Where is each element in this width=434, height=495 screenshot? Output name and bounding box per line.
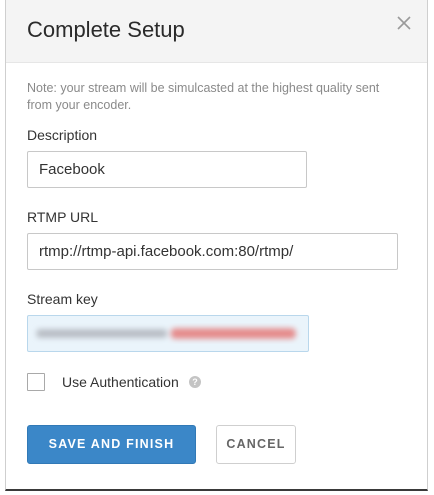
stream-key-redaction <box>36 328 296 339</box>
dialog-title: Complete Setup <box>27 17 185 42</box>
rtmp-url-label: RTMP URL <box>27 209 99 225</box>
question-icon[interactable]: ? <box>189 376 201 388</box>
cancel-button[interactable]: CANCEL <box>216 425 296 464</box>
close-icon[interactable] <box>395 14 413 32</box>
complete-setup-dialog: Complete Setup Note: your stream will be… <box>5 0 428 491</box>
rtmp-url-input[interactable] <box>27 233 398 270</box>
save-and-finish-button[interactable]: SAVE AND FINISH <box>27 425 196 464</box>
simulcast-note: Note: your stream will be simulcasted at… <box>27 81 380 112</box>
use-authentication-checkbox[interactable] <box>27 373 45 391</box>
stream-key-input[interactable] <box>27 315 309 352</box>
description-label: Description <box>27 127 98 143</box>
description-input[interactable] <box>27 151 307 188</box>
dialog-header: Complete Setup <box>6 0 427 63</box>
use-authentication-label: Use Authentication <box>62 374 179 390</box>
stream-key-label: Stream key <box>27 291 98 307</box>
